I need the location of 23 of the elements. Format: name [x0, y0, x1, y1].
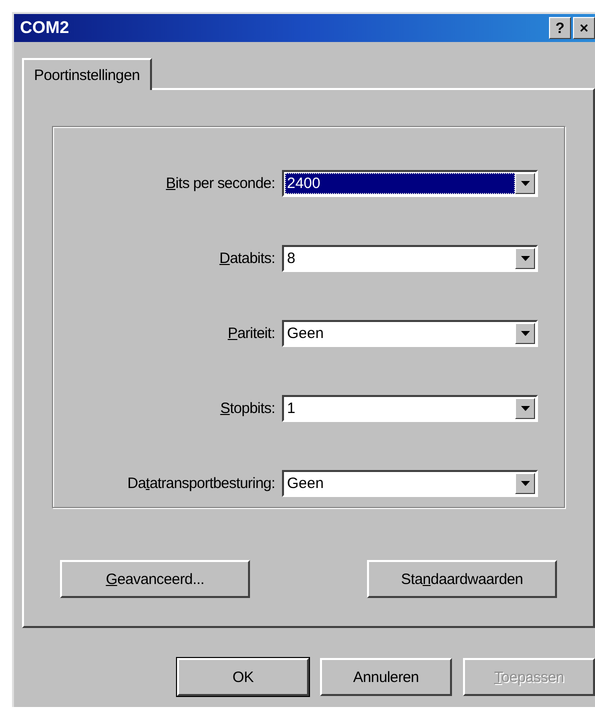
- field-label: Stopbits:: [219, 400, 275, 417]
- dropdown[interactable]: 8: [282, 245, 538, 272]
- field-label: Bits per seconde:: [164, 175, 275, 192]
- window-title: COM2: [20, 18, 70, 38]
- field-label: Datatransportbesturing:: [126, 475, 275, 492]
- button[interactable]: Annuleren: [320, 658, 452, 696]
- dropdown-value: Geen: [286, 474, 325, 494]
- dropdown[interactable]: Geen: [282, 320, 538, 347]
- button[interactable]: OK: [177, 658, 309, 696]
- field-label: Databits:: [218, 250, 275, 267]
- field-label: Pariteit:: [226, 325, 275, 342]
- help-button[interactable]: ?: [549, 17, 571, 39]
- close-button[interactable]: ×: [573, 17, 595, 39]
- button[interactable]: Geavanceerd...: [60, 560, 250, 598]
- dropdown[interactable]: Geen: [282, 470, 538, 497]
- dropdown-value: Geen: [286, 324, 325, 344]
- button[interactable]: Standaardwaarden: [367, 560, 557, 598]
- dropdown-value: 2400: [285, 173, 515, 194]
- dropdown[interactable]: 1: [282, 395, 538, 422]
- dropdown-value: 8: [286, 249, 296, 269]
- dropdown-value: 1: [286, 399, 296, 419]
- dropdown[interactable]: 2400: [282, 170, 538, 197]
- tab[interactable]: Poortinstellingen: [22, 58, 152, 90]
